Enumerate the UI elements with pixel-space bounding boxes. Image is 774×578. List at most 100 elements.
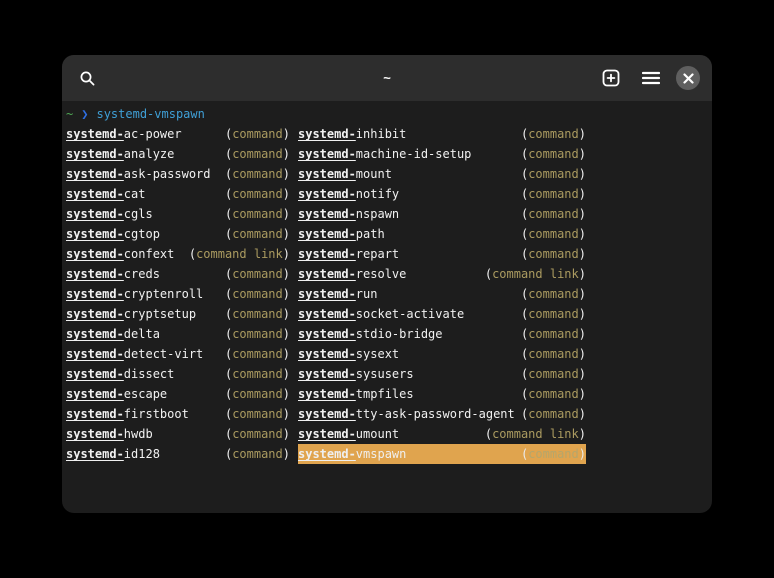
completion-kind: (command) bbox=[521, 444, 586, 464]
pager-row: systemd-creds(command)systemd-resolve(co… bbox=[66, 264, 708, 284]
completion-item-systemd-confext: systemd-confext(command link) bbox=[66, 244, 290, 264]
completion-item-systemd-delta: systemd-delta(command) bbox=[66, 324, 290, 344]
pager-row: systemd-cat(command) systemd-notify(comma… bbox=[66, 184, 708, 204]
completion-item-systemd-sysusers: systemd-sysusers(command) bbox=[298, 364, 586, 384]
search-icon bbox=[79, 70, 96, 87]
completion-item-systemd-path: systemd-path(command) bbox=[298, 224, 586, 244]
new-tab-plus-icon bbox=[602, 69, 620, 87]
new-tab-button[interactable] bbox=[596, 63, 626, 93]
completion-kind: (command) bbox=[225, 264, 290, 284]
completion-kind: (command) bbox=[225, 444, 290, 464]
close-button[interactable] bbox=[676, 66, 700, 90]
completion-item-systemd-analyze: systemd-analyze(command) bbox=[66, 144, 290, 164]
completion-prefix: systemd- bbox=[298, 227, 356, 241]
completion-kind: (command) bbox=[521, 324, 586, 344]
pager-row: systemd-detect-virt(command)systemd-syse… bbox=[66, 344, 708, 364]
completion-prefix: systemd- bbox=[66, 187, 124, 201]
completion-kind: (command) bbox=[521, 164, 586, 184]
pager-row: systemd-cryptsetup(command)systemd-socke… bbox=[66, 304, 708, 324]
completion-kind: (command) bbox=[225, 124, 290, 144]
completion-prefix: systemd- bbox=[66, 447, 124, 461]
completion-kind: (command) bbox=[521, 284, 586, 304]
completion-kind: (command) bbox=[521, 204, 586, 224]
completion-item-systemd-ac-power: systemd-ac-power(command) bbox=[66, 124, 290, 144]
completion-kind: (command) bbox=[521, 384, 586, 404]
completion-prefix: systemd- bbox=[66, 127, 124, 141]
completion-item-systemd-notify: systemd-notify(command) bbox=[298, 184, 586, 204]
completion-kind: (command) bbox=[225, 164, 290, 184]
hamburger-menu-icon bbox=[642, 71, 660, 85]
completion-prefix: systemd- bbox=[66, 167, 124, 181]
completion-item-systemd-run: systemd-run(command) bbox=[298, 284, 586, 304]
completion-kind: (command) bbox=[225, 204, 290, 224]
pager-row: systemd-dissect(command)systemd-sysusers… bbox=[66, 364, 708, 384]
completion-item-systemd-firstboot: systemd-firstboot(command) bbox=[66, 404, 290, 424]
pager-row: systemd-escape(command)systemd-tmpfiles(… bbox=[66, 384, 708, 404]
pager-row: systemd-cgls(command) systemd-nspawn(comm… bbox=[66, 204, 708, 224]
completion-prefix: systemd- bbox=[66, 267, 124, 281]
prompt-cwd: ~ bbox=[66, 104, 73, 124]
completion-kind: (command) bbox=[225, 384, 290, 404]
window-title: ~ bbox=[383, 71, 391, 86]
completion-item-systemd-cat: systemd-cat(command) bbox=[66, 184, 290, 204]
completion-prefix: systemd- bbox=[298, 207, 356, 221]
completion-prefix: systemd- bbox=[298, 327, 356, 341]
completion-item-systemd-repart: systemd-repart(command) bbox=[298, 244, 586, 264]
completion-item-systemd-cgls: systemd-cgls(command) bbox=[66, 204, 290, 224]
completion-kind: (command) bbox=[225, 304, 290, 324]
completion-prefix: systemd- bbox=[66, 207, 124, 221]
completion-item-systemd-vmspawn: systemd-vmspawn(command) bbox=[298, 444, 586, 464]
pager-row: systemd-cryptenroll(command) systemd-run(… bbox=[66, 284, 708, 304]
completion-prefix: systemd- bbox=[66, 227, 124, 241]
completion-prefix: systemd- bbox=[66, 407, 124, 421]
completion-kind: (command link) bbox=[485, 424, 586, 444]
completion-kind: (command) bbox=[225, 284, 290, 304]
completion-kind: (command) bbox=[521, 404, 586, 424]
completion-item-systemd-cgtop: systemd-cgtop(command) bbox=[66, 224, 290, 244]
completion-kind: (command) bbox=[521, 144, 586, 164]
completion-prefix: systemd- bbox=[298, 167, 356, 181]
completion-prefix: systemd- bbox=[66, 287, 124, 301]
completion-item-systemd-cryptenroll: systemd-cryptenroll(command) bbox=[66, 284, 290, 304]
completion-kind: (command) bbox=[521, 364, 586, 384]
menu-button[interactable] bbox=[636, 63, 666, 93]
completion-prefix: systemd- bbox=[66, 247, 124, 261]
pager-row: systemd-ac-power(command) systemd-inhibit… bbox=[66, 124, 708, 144]
terminal-content[interactable]: ~ ❯ systemd-vmspawn systemd-ac-power(com… bbox=[62, 101, 712, 464]
prompt-line: ~ ❯ systemd-vmspawn bbox=[66, 104, 708, 124]
completion-item-systemd-machine-id-setup: systemd-machine-id-setup(command) bbox=[298, 144, 586, 164]
pager-row: systemd-ask-password(command) systemd-mou… bbox=[66, 164, 708, 184]
completion-item-systemd-hwdb: systemd-hwdb(command) bbox=[66, 424, 290, 444]
completion-item-systemd-resolve: systemd-resolve(command link) bbox=[298, 264, 586, 284]
completion-item-systemd-escape: systemd-escape(command) bbox=[66, 384, 290, 404]
completion-item-systemd-stdio-bridge: systemd-stdio-bridge(command) bbox=[298, 324, 586, 344]
pager-row: systemd-analyze(command) systemd-machine-… bbox=[66, 144, 708, 164]
completion-item-systemd-mount: systemd-mount(command) bbox=[298, 164, 586, 184]
completion-kind: (command) bbox=[225, 344, 290, 364]
completion-item-systemd-nspawn: systemd-nspawn(command) bbox=[298, 204, 586, 224]
titlebar[interactable]: ~ bbox=[62, 55, 712, 101]
completion-prefix: systemd- bbox=[298, 267, 356, 281]
pager-row: systemd-cgtop(command) systemd-path(comma… bbox=[66, 224, 708, 244]
completion-prefix: systemd- bbox=[298, 187, 356, 201]
completion-prefix: systemd- bbox=[66, 427, 124, 441]
completion-prefix: systemd- bbox=[66, 147, 124, 161]
completion-kind: (command) bbox=[225, 324, 290, 344]
completion-prefix: systemd- bbox=[298, 447, 356, 461]
completion-prefix: systemd- bbox=[298, 407, 356, 421]
completion-kind: (command) bbox=[225, 364, 290, 384]
completion-item-systemd-umount: systemd-umount(command link) bbox=[298, 424, 586, 444]
completion-item-systemd-socket-activate: systemd-socket-activate(command) bbox=[298, 304, 586, 324]
completion-prefix: systemd- bbox=[298, 287, 356, 301]
completion-item-systemd-inhibit: systemd-inhibit(command) bbox=[298, 124, 586, 144]
completion-prefix: systemd- bbox=[66, 367, 124, 381]
completion-kind: (command) bbox=[521, 184, 586, 204]
pager-row: systemd-delta(command) systemd-stdio-brid… bbox=[66, 324, 708, 344]
completion-kind: (command link) bbox=[189, 244, 290, 264]
completion-item-systemd-ask-password: systemd-ask-password(command) bbox=[66, 164, 290, 184]
completion-kind: (command) bbox=[225, 144, 290, 164]
search-button[interactable] bbox=[72, 63, 102, 93]
completion-kind: (command) bbox=[225, 224, 290, 244]
pager-row: systemd-firstboot(command)systemd-tty-as… bbox=[66, 404, 708, 424]
completion-prefix: systemd- bbox=[298, 427, 356, 441]
